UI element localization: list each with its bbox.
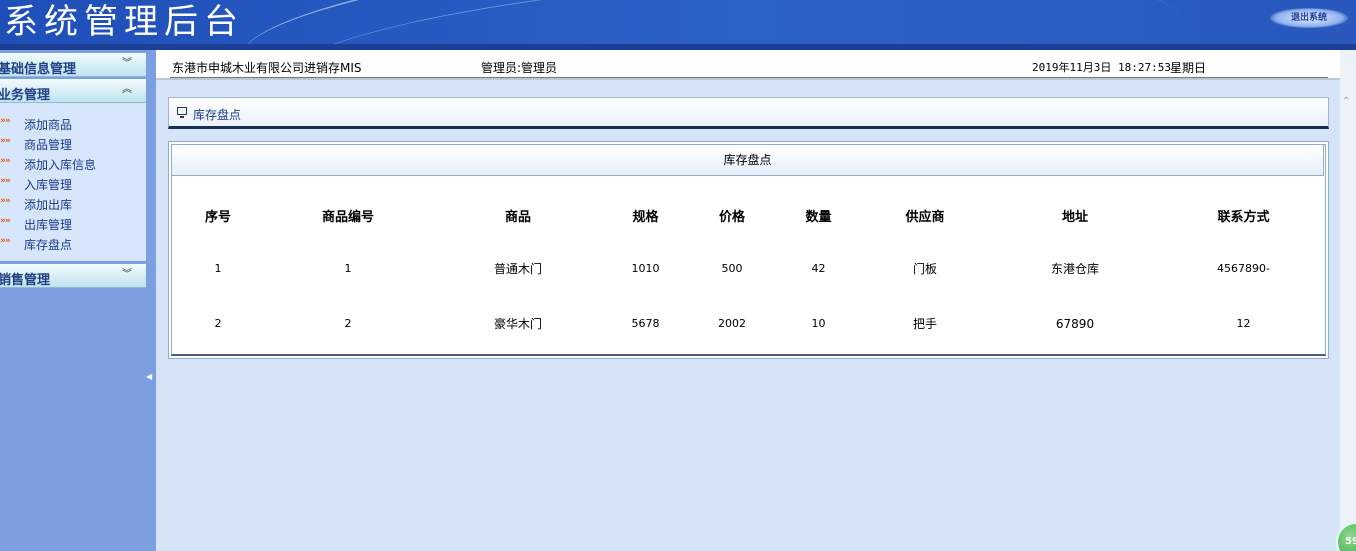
- double-chevron-down-icon[interactable]: ︾: [120, 268, 134, 282]
- sidebar-section-business[interactable]: 业务管理 ︽: [0, 79, 146, 103]
- sidebar-item-outbound-management[interactable]: »» 出库管理: [0, 213, 146, 233]
- table-row: 1 1 普通木门 1010 500 42 门板 东港仓库 4567890-: [173, 241, 1326, 296]
- sidebar-item-add-product[interactable]: »» 添加商品: [0, 113, 146, 133]
- sidebar-section-sales[interactable]: 销售管理 ︾: [0, 264, 146, 288]
- app-title: 系统管理后台: [4, 2, 244, 42]
- sidebar-item-add-outbound[interactable]: »» 添加出库: [0, 193, 146, 213]
- cell-price: 2002: [718, 317, 746, 330]
- cell-index: 2: [214, 317, 222, 330]
- main-content: 东港市申城木业有限公司进销存MIS 管理员:管理员 2019年11月3日 18:…: [156, 50, 1340, 551]
- sidebar-section-label: 销售管理: [0, 273, 51, 288]
- sidebar-item-product-management[interactable]: »» 商品管理: [0, 133, 146, 153]
- double-chevron-down-icon[interactable]: ︾: [120, 57, 134, 71]
- column-header: 商品: [504, 209, 531, 225]
- double-arrow-icon: »»: [0, 176, 11, 186]
- sidebar-section-basic-info[interactable]: 基础信息管理 ︾: [0, 53, 146, 77]
- sidebar-menu-list: »» 添加商品 »» 商品管理 »» 添加入库信息 »» 入库管理 »» 添加出…: [0, 103, 146, 261]
- column-header: 序号: [204, 209, 231, 225]
- double-arrow-icon: »»: [0, 136, 11, 146]
- cell-product-code: 1: [344, 262, 352, 275]
- column-header: 供应商: [905, 209, 945, 225]
- column-header: 价格: [718, 209, 745, 225]
- column-header: 规格: [632, 209, 659, 225]
- sidebar-item-label: 库存盘点: [24, 238, 73, 252]
- monitor-icon: [177, 107, 187, 118]
- double-arrow-icon: »»: [0, 236, 11, 246]
- header-banner: 系统管理后台 退出系统: [0, 0, 1356, 50]
- sidebar-item-label: 添加商品: [24, 118, 73, 132]
- sidebar-item-label: 入库管理: [24, 178, 73, 192]
- cell-quantity: 42: [811, 262, 826, 275]
- double-arrow-icon: »»: [0, 116, 11, 126]
- vertical-scrollbar[interactable]: ⌃: [1340, 50, 1356, 551]
- sidebar-item-label: 添加出库: [24, 198, 73, 212]
- cell-address: 东港仓库: [1050, 262, 1099, 276]
- info-bar-divider: [170, 77, 1328, 78]
- double-arrow-icon: »»: [0, 196, 11, 206]
- cell-quantity: 10: [811, 317, 826, 330]
- panel-title: 库存盘点: [171, 144, 1324, 176]
- cell-product: 普通木门: [493, 262, 542, 276]
- cell-contact: 12: [1236, 317, 1251, 330]
- column-header: 商品编号: [321, 209, 374, 225]
- cell-spec: 1010: [631, 262, 660, 275]
- inventory-table: 序号 商品编号 商品 规格 价格 数量 供应商 地址 联系方式 1 1 普通木门…: [173, 189, 1326, 351]
- sidebar-item-label: 添加入库信息: [24, 158, 97, 172]
- badge-value: 59: [1345, 536, 1356, 547]
- column-header: 联系方式: [1217, 209, 1270, 225]
- cell-supplier: 把手: [912, 317, 937, 331]
- double-arrow-icon: »»: [0, 156, 11, 166]
- scroll-up-icon[interactable]: ⌃: [1342, 96, 1350, 107]
- cell-product-code: 2: [344, 317, 352, 330]
- cell-spec: 5678: [631, 317, 660, 330]
- cell-index: 1: [214, 262, 222, 275]
- column-header: 数量: [805, 209, 832, 225]
- sidebar: 基础信息管理 ︾ 业务管理 ︽ »» 添加商品 »» 商品管理 »» 添加入库信…: [0, 50, 156, 551]
- cell-contact: 4567890-: [1217, 262, 1270, 275]
- logout-button[interactable]: 退出系统: [1270, 8, 1348, 28]
- sidebar-section-label: 基础信息管理: [0, 62, 77, 77]
- datetime-display: 2019年11月3日 18:27:53: [1032, 61, 1171, 74]
- breadcrumb-label: 库存盘点: [193, 108, 242, 122]
- info-bar: 东港市申城木业有限公司进销存MIS 管理员:管理员 2019年11月3日 18:…: [156, 50, 1340, 80]
- cell-price: 500: [721, 262, 743, 275]
- sidebar-item-inventory-check[interactable]: »» 库存盘点: [0, 233, 146, 253]
- sidebar-item-inbound-management[interactable]: »» 入库管理: [0, 173, 146, 193]
- double-chevron-up-icon[interactable]: ︽: [120, 83, 134, 97]
- sidebar-section-label: 业务管理: [0, 88, 51, 103]
- cell-supplier: 门板: [912, 262, 937, 276]
- sidebar-collapse-icon[interactable]: ◀: [146, 372, 152, 381]
- sidebar-item-label: 出库管理: [24, 218, 73, 232]
- column-header: 地址: [1061, 209, 1088, 225]
- table-header-row: 序号 商品编号 商品 规格 价格 数量 供应商 地址 联系方式: [173, 189, 1326, 241]
- company-name: 东港市申城木业有限公司进销存MIS: [172, 61, 362, 75]
- admin-label: 管理员:管理员: [481, 61, 558, 75]
- weekday-display: 星期日: [1170, 61, 1207, 75]
- cell-address: 67890: [1055, 316, 1095, 331]
- table-row: 2 2 豪华木门 5678 2002 10 把手 67890 12: [173, 296, 1326, 351]
- cell-product: 豪华木门: [493, 317, 542, 331]
- sidebar-item-add-inbound[interactable]: »» 添加入库信息: [0, 153, 146, 173]
- sidebar-item-label: 商品管理: [24, 138, 73, 152]
- inventory-panel: 库存盘点 序号 商品编号 商品 规格 价格 数量 供应商 地址 联系方式 1 1…: [168, 141, 1329, 359]
- double-arrow-icon: »»: [0, 216, 11, 226]
- breadcrumb: 库存盘点: [168, 97, 1329, 129]
